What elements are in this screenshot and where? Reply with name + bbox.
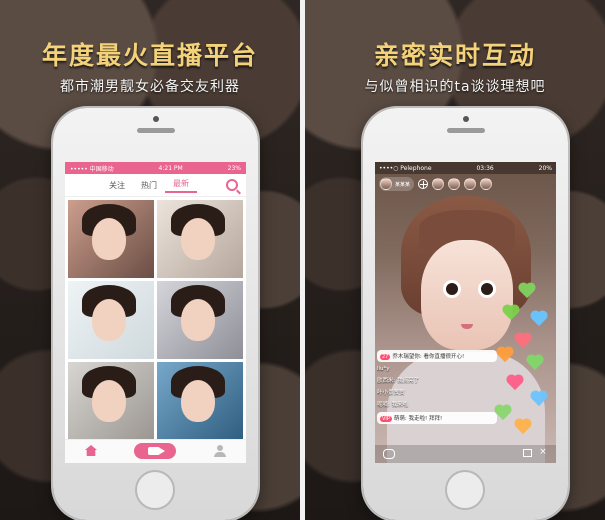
time-label: 4:21 PM	[158, 164, 183, 172]
chat-overlay: 27 乔木瑞望你: 看你直播很开心! liu*y 欧西米: 我点亮了 叶小景赞赞 …	[377, 350, 497, 428]
stream-thumbnail[interactable]	[157, 200, 243, 278]
chat-icon[interactable]	[383, 449, 395, 459]
viewer-avatar[interactable]	[464, 178, 477, 190]
stream-thumbnail[interactable]	[68, 200, 154, 278]
status-bar: ••••• 中国移动 4:21 PM 23%	[65, 162, 246, 174]
right-promo-panel: 亲密实时互动 与似曾相识的ta谈谈理想吧 ••••○ Pelephone 03:…	[305, 0, 605, 520]
profile-icon[interactable]	[214, 445, 226, 457]
chat-message: 27 乔木瑞望你: 看你直播很开心!	[377, 350, 497, 362]
feed-tab-bar: 关注 热门 最新	[65, 174, 246, 197]
tab-newest[interactable]: 最新	[165, 178, 197, 193]
chat-message: liu*y	[377, 366, 497, 372]
right-phone: ••••○ Pelephone 03:36 20% 某某某 27 乔木瑞望你: …	[363, 108, 568, 520]
face-shape	[92, 218, 126, 260]
left-subline: 都市潮男靓女必备交友利器	[60, 79, 240, 95]
status-bar: ••••○ Pelephone 03:36 20%	[375, 162, 556, 174]
app-store-screenshot: 年度最火直播平台 都市潮男靓女必备交友利器 ••••• 中国移动 4:21 PM…	[0, 0, 605, 520]
heart-icon	[515, 333, 531, 349]
right-subline: 与似曾相识的ta谈谈理想吧	[364, 79, 546, 95]
chat-message: 呢喃: 我来啦	[377, 400, 497, 408]
front-camera-icon	[463, 116, 469, 122]
chat-text: 呢喃: 我来啦	[377, 402, 409, 408]
viewer-avatar[interactable]	[432, 178, 445, 190]
phone-screen-feed: ••••• 中国移动 4:21 PM 23% 关注 热门 最新	[65, 162, 246, 463]
bottom-navigation	[65, 439, 246, 463]
search-icon[interactable]	[226, 179, 238, 191]
host-name: 某某某	[395, 181, 411, 188]
left-promo-panel: 年度最火直播平台 都市潮男靓女必备交友利器 ••••• 中国移动 4:21 PM…	[0, 0, 300, 520]
level-badge: 27	[380, 354, 391, 360]
heart-icon	[507, 375, 523, 391]
home-button[interactable]	[445, 470, 485, 510]
live-top-bar: 某某某	[379, 176, 552, 192]
heart-icon	[515, 419, 531, 435]
stream-thumbnail[interactable]	[68, 281, 154, 359]
follow-plus-icon[interactable]	[418, 179, 429, 189]
phone-screen-live: ••••○ Pelephone 03:36 20% 某某某 27 乔木瑞望你: …	[375, 162, 556, 463]
chat-message: VIP 萌萌: 我走啦! 拜拜!	[377, 412, 497, 424]
gift-icon[interactable]	[523, 449, 532, 457]
heart-icon	[497, 347, 513, 363]
heart-icon	[527, 355, 543, 371]
home-icon[interactable]	[85, 445, 97, 456]
speaker-icon	[447, 128, 485, 133]
floating-hearts	[490, 283, 550, 456]
face-shape	[181, 218, 215, 260]
heart-icon	[519, 283, 535, 299]
home-button[interactable]	[135, 470, 175, 510]
video-camera-icon	[148, 447, 165, 455]
chat-text: 叶小景赞赞	[377, 390, 405, 396]
heart-icon	[531, 391, 547, 407]
face-shape	[92, 380, 126, 422]
face-shape	[181, 299, 215, 341]
viewer-avatar[interactable]	[480, 178, 493, 190]
front-camera-icon	[153, 116, 159, 122]
face-shape	[181, 380, 215, 422]
right-headline: 亲密实时互动	[373, 41, 536, 70]
viewer-avatar[interactable]	[448, 178, 461, 190]
face-shape	[92, 299, 126, 341]
eye-shape	[443, 280, 461, 298]
time-label: 03:36	[476, 164, 494, 172]
speaker-icon	[137, 128, 175, 133]
tab-following[interactable]: 关注	[101, 180, 133, 191]
battery-label: 20%	[538, 164, 552, 172]
live-bottom-bar: ×	[375, 445, 556, 463]
stream-thumbnail[interactable]	[157, 362, 243, 440]
live-thumbnail-grid	[65, 197, 246, 443]
host-info[interactable]: 某某某	[379, 177, 415, 191]
left-phone: ••••• 中国移动 4:21 PM 23% 关注 热门 最新	[53, 108, 258, 520]
tab-hot[interactable]: 热门	[133, 180, 165, 191]
avatar	[380, 178, 392, 190]
vip-badge: VIP	[380, 416, 392, 422]
chat-text: 萌萌: 我走啦! 拜拜!	[393, 416, 443, 422]
left-headline: 年度最火直播平台	[41, 41, 258, 70]
chat-message: 叶小景赞赞	[377, 388, 497, 396]
heart-icon	[495, 405, 511, 421]
chat-message: 欧西米: 我点亮了	[377, 376, 497, 384]
close-icon[interactable]: ×	[538, 447, 548, 457]
stream-thumbnail[interactable]	[68, 362, 154, 440]
start-live-button[interactable]	[134, 443, 176, 459]
battery-label: 23%	[227, 164, 241, 172]
heart-icon	[503, 305, 519, 321]
chat-text: 乔木瑞望你: 看你直播很开心!	[392, 354, 465, 360]
chat-text: 欧西米: 我点亮了	[377, 378, 420, 384]
chat-text: liu*y	[377, 366, 390, 372]
carrier-label: ••••• 中国移动	[70, 165, 114, 173]
carrier-label: ••••○ Pelephone	[379, 164, 432, 172]
stream-thumbnail[interactable]	[157, 281, 243, 359]
heart-icon	[531, 311, 547, 327]
